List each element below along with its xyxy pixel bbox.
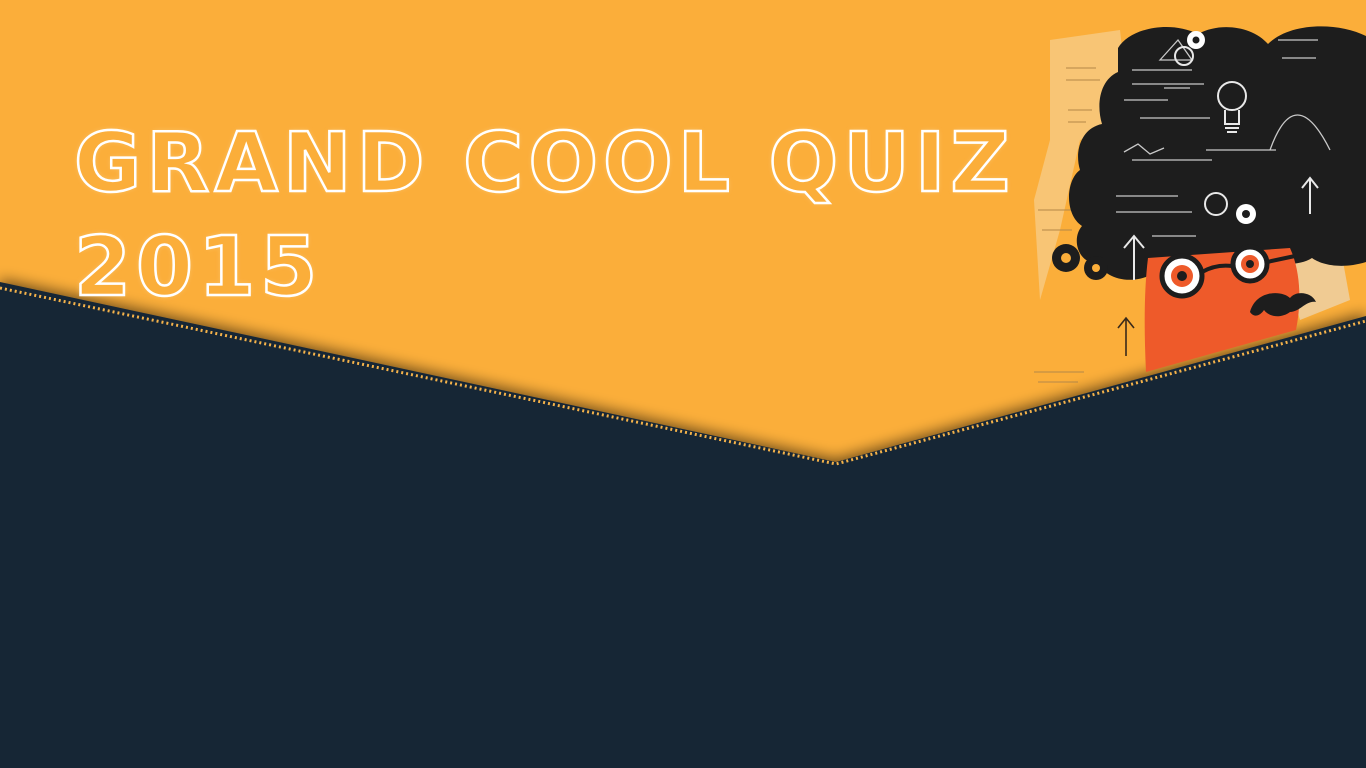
professor-chalkboard-illustration bbox=[1034, 26, 1366, 383]
sketch-arrow-icon bbox=[1117, 316, 1135, 356]
title-slide: Grand Cool Quiz 2015 bbox=[0, 0, 1366, 768]
slide-title: Grand Cool Quiz 2015 bbox=[73, 112, 1015, 320]
title-line-1: Grand Cool Quiz bbox=[73, 115, 1015, 213]
title-line-2: 2015 bbox=[73, 219, 323, 317]
